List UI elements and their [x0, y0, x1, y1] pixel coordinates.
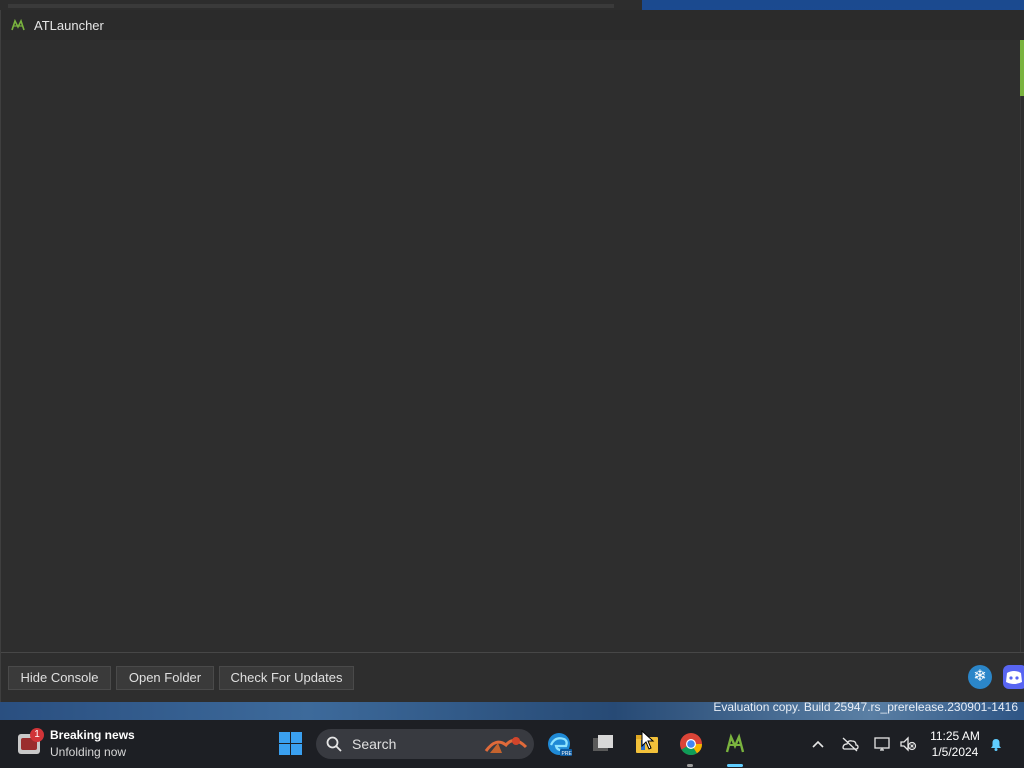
- volume-muted-icon[interactable]: [898, 734, 918, 754]
- snowflake-icon[interactable]: ❄: [968, 665, 992, 689]
- chrome-icon[interactable]: [677, 730, 705, 758]
- system-clock[interactable]: 11:25 AM 1/5/2024: [924, 728, 986, 760]
- chevron-up-icon[interactable]: [808, 734, 828, 754]
- title-bar[interactable]: ATLauncher: [1, 10, 1024, 40]
- background-window-bar: [8, 4, 614, 8]
- chrome-running-indicator: [687, 764, 693, 767]
- check-for-updates-button[interactable]: Check For Updates: [219, 666, 354, 690]
- clock-date: 1/5/2024: [931, 745, 979, 759]
- onedrive-icon[interactable]: [840, 734, 860, 754]
- taskbar: 1 Breaking news Unfolding now Search PRE: [0, 720, 1024, 768]
- discord-glyph-icon: [1006, 671, 1022, 684]
- evaluation-watermark: Evaluation copy. Build 25947.rs_prerelea…: [713, 700, 1018, 714]
- atlauncher-console-window: ATLauncher Hide Console Open Folder Chec…: [0, 10, 1024, 702]
- discord-icon[interactable]: [1003, 665, 1024, 689]
- mouse-cursor-icon: [641, 730, 655, 750]
- open-folder-button[interactable]: Open Folder: [116, 666, 214, 690]
- news-widget[interactable]: 1 Breaking news Unfolding now: [18, 728, 138, 762]
- hide-console-button[interactable]: Hide Console: [8, 666, 111, 690]
- search-highlight-icon: [484, 737, 528, 753]
- notification-bell-icon[interactable]: [988, 736, 1004, 752]
- clock-time: 11:25 AM: [930, 729, 980, 743]
- divider: [1, 652, 1024, 653]
- search-icon: [326, 736, 342, 752]
- window-title: ATLauncher: [34, 18, 104, 33]
- scrollbar-thumb[interactable]: [1020, 40, 1024, 96]
- atlauncher-active-indicator: [727, 764, 743, 767]
- news-title: Breaking news: [50, 728, 135, 742]
- network-icon[interactable]: [872, 734, 892, 754]
- search-label: Search: [352, 736, 397, 752]
- edge-icon[interactable]: PRE: [545, 730, 573, 758]
- start-icon[interactable]: [279, 732, 302, 755]
- atlauncher-icon[interactable]: [721, 730, 749, 758]
- console-output-area[interactable]: [1, 40, 1021, 652]
- search-box[interactable]: Search: [316, 729, 534, 759]
- task-view-icon[interactable]: [589, 730, 617, 758]
- svg-text:PRE: PRE: [562, 751, 573, 757]
- atlauncher-logo-icon: [11, 19, 25, 31]
- news-badge: 1: [30, 728, 44, 742]
- news-subtitle: Unfolding now: [50, 745, 127, 759]
